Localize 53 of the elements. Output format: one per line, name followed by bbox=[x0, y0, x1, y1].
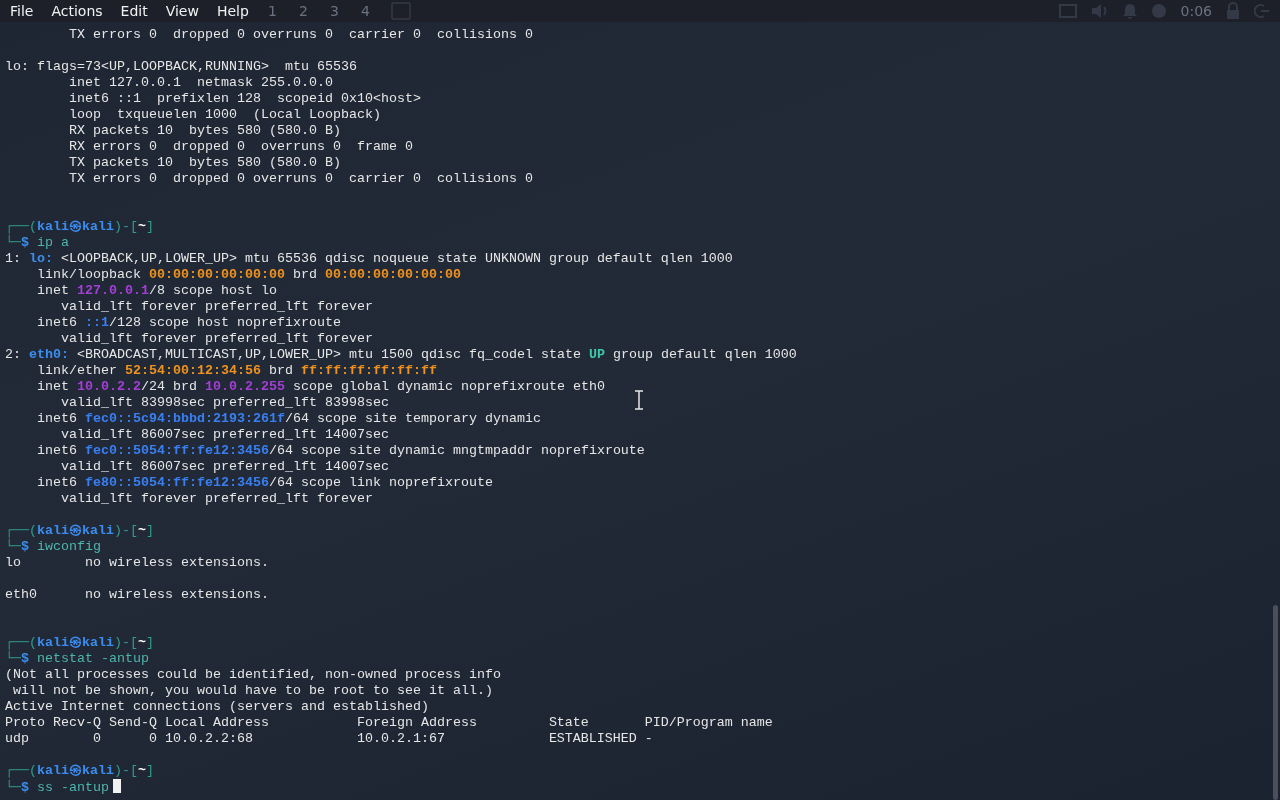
terminal-line: inet 127.0.0.1 netmask 255.0.0.0 bbox=[68, 75, 333, 91]
lock-icon[interactable] bbox=[1226, 2, 1240, 20]
terminal-line: lo: flags=73<UP,LOOPBACK,RUNNING> mtu 65536 bbox=[5, 59, 357, 75]
terminal-line: valid_lft 86007sec preferred_lft 14007sec bbox=[60, 427, 389, 443]
menu-item[interactable]: Help bbox=[206, 3, 256, 19]
terminal-line: └─$ ss -antup bbox=[5, 779, 121, 795]
terminal-line: TX errors 0 dropped 0 overruns 0 carrier 0 collisions 0 bbox=[68, 171, 533, 187]
terminal-line: inet6 ::1/128 scope host noprefixroute bbox=[36, 315, 341, 331]
mouse-cursor-icon bbox=[634, 390, 644, 410]
terminal-line: 2: eth0: <BROADCAST,MULTICAST,UP,LOWER_UP> mtu 1500 qdisc fq_codel state UP group default qlen 1000 bbox=[5, 347, 797, 363]
terminal-line: inet6 ::1 prefixlen 128 scopeid 0x10<host> bbox=[68, 91, 421, 107]
terminal-line: Proto Recv-Q Send-Q Local Address Foreign Address State PID/Program name bbox=[5, 715, 773, 731]
terminal-line: TX packets 10 bytes 580 (580.0 B) bbox=[68, 155, 341, 171]
terminal-line: lo no wireless extensions. bbox=[5, 555, 269, 571]
terminal-line: valid_lft forever preferred_lft forever bbox=[60, 299, 373, 315]
terminal-line: ┌──(kali㉿kali)-[~] bbox=[5, 523, 154, 539]
menu-item[interactable]: File bbox=[0, 3, 41, 19]
terminal-line: ┌──(kali㉿kali)-[~] bbox=[5, 219, 154, 235]
terminal-line: udp 0 0 10.0.2.2:68 10.0.2.1:67 ESTABLISHED - bbox=[5, 731, 653, 747]
terminal-line: inet 127.0.0.1/8 scope host lo bbox=[36, 283, 277, 299]
terminal-line: └─$ ip a bbox=[5, 235, 69, 251]
terminal-line: inet 10.0.2.2/24 brd 10.0.2.255 scope global dynamic noprefixroute eth0 bbox=[36, 379, 605, 395]
terminal-line: ┌──(kali㉿kali)-[~] bbox=[5, 763, 154, 779]
terminal-line: RX packets 10 bytes 580 (580.0 B) bbox=[68, 123, 341, 139]
terminal-line: RX errors 0 dropped 0 overruns 0 frame 0 bbox=[68, 139, 413, 155]
terminal-line: 1: lo: <LOOPBACK,UP,LOWER_UP> mtu 65536 qdisc noqueue state UNKNOWN group default qlen 1000 bbox=[5, 251, 733, 267]
terminal-line: valid_lft 86007sec preferred_lft 14007sec bbox=[60, 459, 389, 475]
menu-item[interactable]: View bbox=[155, 3, 206, 19]
terminal-line: valid_lft 83998sec preferred_lft 83998sec bbox=[60, 395, 389, 411]
terminal-line: loop txqueuelen 1000 (Local Loopback) bbox=[68, 107, 381, 123]
terminal-icon[interactable] bbox=[390, 2, 411, 20]
terminal-line: Active Internet connections (servers and established) bbox=[5, 699, 429, 715]
menu-item[interactable]: Edit bbox=[110, 3, 155, 19]
terminal-line: link/ether 52:54:00:12:34:56 brd ff:ff:ff:ff:ff:ff bbox=[36, 363, 437, 379]
network-icon[interactable] bbox=[1058, 4, 1077, 18]
menu-item[interactable]: Actions bbox=[41, 3, 110, 19]
terminal-line: inet6 fec0::5054:ff:fe12:3456/64 scope site dynamic mngtmpaddr noprefixroute bbox=[36, 443, 645, 459]
terminal-line: link/loopback 00:00:00:00:00:00 brd 00:00:00:00:00:00 bbox=[36, 267, 461, 283]
scrollbar[interactable] bbox=[1273, 605, 1278, 800]
bell-icon[interactable] bbox=[1122, 3, 1137, 19]
terminal-line: └─$ netstat -antup bbox=[5, 651, 149, 667]
terminal-line: inet6 fec0::5c94:bbbd:2193:261f/64 scope site temporary dynamic bbox=[36, 411, 541, 427]
terminal-line: valid_lft forever preferred_lft forever bbox=[60, 331, 373, 347]
terminal-line: ┌──(kali㉿kali)-[~] bbox=[5, 635, 154, 651]
terminal-line: (Not all processes could be identified, non-owned process info bbox=[5, 667, 501, 683]
terminal-line: valid_lft forever preferred_lft forever bbox=[60, 491, 373, 507]
volume-icon[interactable] bbox=[1090, 3, 1109, 19]
terminal-line: eth0 no wireless extensions. bbox=[5, 587, 269, 603]
terminal-line: TX errors 0 dropped 0 overruns 0 carrier 0 collisions 0 bbox=[68, 27, 533, 43]
terminal-line: └─$ iwconfig bbox=[5, 539, 101, 555]
terminal-line: inet6 fe80::5054:ff:fe12:3456/64 scope link noprefixroute bbox=[36, 475, 493, 491]
logout-icon[interactable] bbox=[1254, 3, 1270, 19]
terminal-line: will not be shown, you would have to be root to see it all.) bbox=[12, 683, 493, 699]
